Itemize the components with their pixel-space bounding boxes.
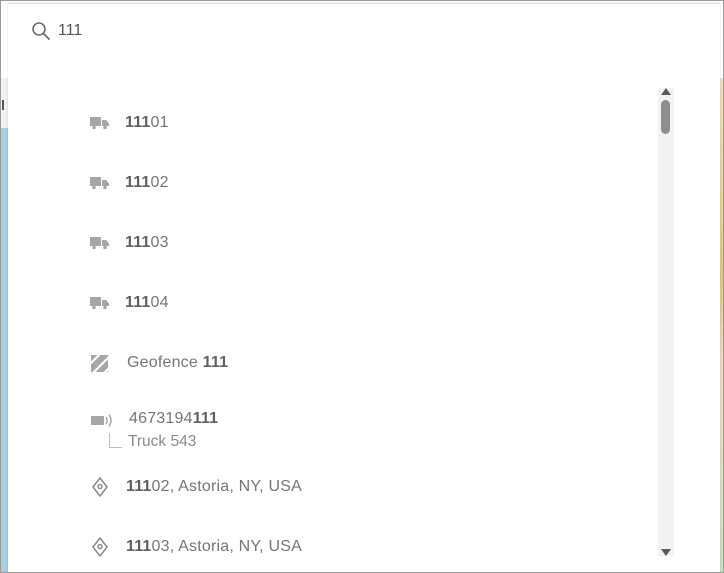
- geofence-icon: [91, 355, 108, 372]
- result-label: 11103: [125, 234, 169, 251]
- result-vehicle-11103[interactable]: 11103: [8, 222, 658, 266]
- scroll-down-arrow-icon[interactable]: [661, 549, 671, 556]
- result-label: 11101: [125, 114, 169, 131]
- search-bar: [8, 4, 720, 60]
- result-label: 11102: [125, 174, 169, 191]
- scroll-thumb[interactable]: [661, 100, 670, 134]
- result-label: 11102, Astoria, NY, USA: [126, 478, 302, 495]
- result-label: 11104: [125, 294, 169, 311]
- result-geofence-111[interactable]: Geofence 111: [8, 342, 658, 386]
- result-sublabel: Truck 543: [128, 433, 197, 450]
- result-address-11102[interactable]: 11102, Astoria, NY, USA: [8, 465, 658, 509]
- map-background-right: [720, 78, 724, 573]
- result-address-11103[interactable]: 11103, Astoria, NY, USA: [8, 525, 658, 569]
- search-input[interactable]: [58, 18, 658, 44]
- map-background-left: [0, 78, 8, 573]
- tracker-device-icon: [91, 414, 112, 427]
- tree-connector: [109, 433, 122, 448]
- truck-icon: [90, 237, 109, 250]
- location-pin-icon: [92, 537, 108, 557]
- map-panel-marker: [2, 100, 4, 110]
- truck-icon: [90, 297, 109, 310]
- location-pin-icon: [92, 477, 108, 497]
- result-label: Geofence 111: [127, 354, 229, 371]
- search-icon: [32, 22, 50, 40]
- search-dialog: 11101 11102 1110: [8, 3, 720, 573]
- result-vehicle-11104[interactable]: 11104: [8, 282, 658, 326]
- app-screen: 11101 11102 1110: [0, 0, 724, 573]
- search-results-list: 11101 11102 11103 11104 Geofence 111 467…: [8, 82, 658, 573]
- result-label: 4673194111: [129, 410, 219, 427]
- result-label: 11103, Astoria, NY, USA: [126, 538, 302, 555]
- result-device-4673194111[interactable]: 4673194111 Truck 543: [8, 400, 658, 456]
- result-vehicle-11102[interactable]: 11102: [8, 162, 658, 206]
- truck-icon: [90, 117, 109, 130]
- result-vehicle-11101[interactable]: 11101: [8, 102, 658, 146]
- results-scrollbar[interactable]: [658, 88, 674, 556]
- scroll-up-arrow-icon[interactable]: [661, 88, 671, 95]
- truck-icon: [90, 177, 109, 190]
